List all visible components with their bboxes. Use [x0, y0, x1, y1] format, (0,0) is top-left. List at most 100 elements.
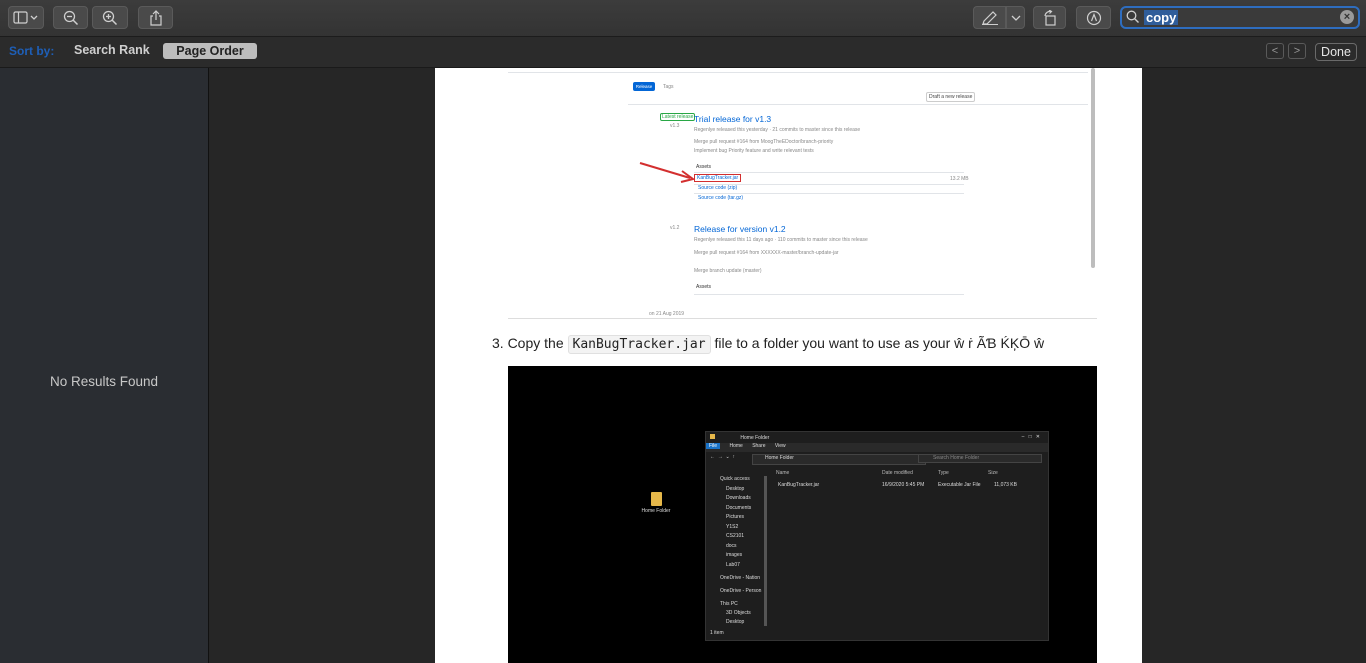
title-bar: Home Folder – □ ✕	[710, 434, 1048, 443]
desktop-folder: Home Folder	[641, 492, 671, 514]
tags-tab: Tags	[663, 84, 674, 90]
explorer-search: Search Home Folder	[918, 454, 1042, 463]
markup-circle-icon	[1086, 10, 1101, 25]
no-results-message: No Results Found	[49, 374, 159, 389]
red-arrow-icon	[639, 162, 696, 183]
ribbon: File Home Share View	[706, 443, 1048, 452]
sort-by-label: Sort by:	[9, 44, 55, 58]
next-result-button[interactable]: >	[1288, 43, 1306, 59]
share-icon	[149, 9, 162, 26]
folder-icon	[710, 434, 715, 439]
nav-item: Desktop	[726, 619, 745, 625]
document-canvas[interactable]: Release Tags Draft a new release Latest …	[209, 68, 1366, 663]
release1-meta: Regenlye released this yesterday · 21 co…	[694, 127, 861, 133]
col-name: Name	[776, 470, 790, 476]
chevron-down-icon	[1011, 15, 1020, 21]
sort-search-rank-button[interactable]: Search Rank	[74, 43, 150, 57]
window-controls: – □ ✕	[1021, 434, 1040, 440]
ribbon-file: File	[706, 443, 721, 449]
col-size: Size	[988, 470, 998, 476]
tab-divider	[508, 72, 1088, 73]
nav-arrows: ← → ⌄ ↑	[710, 454, 736, 460]
release2-commit-1: Merge pull request #164 from XXXXXX-mast…	[694, 250, 839, 256]
release2-commit-2: Merge branch update (master)	[694, 268, 762, 274]
previous-result-button[interactable]: <	[1266, 43, 1284, 59]
release1-title: Trial release for v1.3	[694, 114, 772, 124]
nav-item: CS2101	[726, 533, 745, 539]
desktop-folder-label: Home Folder	[641, 508, 671, 514]
nav-item: Documents	[726, 505, 752, 511]
release1-commit-2: Implement bug Priority feature and write…	[694, 148, 814, 154]
file-name: KanBugTracker.jar	[778, 482, 820, 488]
file-size: 11,073 KB	[994, 482, 1017, 488]
markup-menu-button[interactable]	[1006, 6, 1025, 29]
nav-item: Pictures	[726, 514, 745, 520]
release2-meta: Regenlye released this 11 days ago · 110…	[694, 237, 868, 243]
nav-item: OneDrive - Nation	[720, 575, 761, 581]
asset-zip: Source code (zip)	[698, 185, 738, 191]
explorer-screenshot: Home Folder Home Folder – □ ✕ File Home …	[508, 366, 1097, 663]
window-title: Home Folder	[740, 435, 770, 441]
search-input[interactable]: copy	[1144, 10, 1179, 25]
asset-jar-highlight: KanBugTracker.jar	[694, 174, 742, 182]
nav-quick-access: Quick access	[720, 476, 750, 482]
zoom-out-icon	[63, 10, 78, 25]
clear-search-icon[interactable]: ×	[1340, 10, 1354, 24]
nav-item: Lab07	[726, 562, 740, 568]
nav-item: Y1S2	[726, 524, 739, 530]
release2-tag: v1.2	[670, 225, 680, 231]
nav-scrollbar	[764, 476, 767, 626]
address-bar: Home Folder	[752, 454, 926, 465]
nav-item: images	[726, 552, 743, 558]
nav-item: Desktop	[726, 486, 745, 492]
assets-heading: Assets	[696, 164, 712, 170]
nav-item: 3D Objects	[726, 610, 751, 616]
toolbar: copy ×	[0, 0, 1366, 37]
screenshot-scrollbar	[1091, 68, 1095, 268]
divider	[694, 193, 964, 194]
zoom-in-icon	[102, 10, 118, 25]
release2-assets: Assets	[696, 284, 712, 290]
ribbon-home: Home	[729, 443, 743, 449]
asset-size: 13.2 MB	[950, 176, 969, 182]
markup-pen-button[interactable]	[973, 6, 1006, 29]
release-tab: Release	[633, 82, 655, 91]
ribbon-view: View	[774, 443, 786, 449]
release-date: on 21 Aug 2019	[649, 311, 685, 317]
zoom-in-button[interactable]	[92, 6, 128, 29]
rotate-button[interactable]	[1033, 6, 1066, 29]
explorer-window: Home Folder – □ ✕ File Home Share View ←…	[705, 431, 1049, 641]
release1-commit-1: Merge pull request #164 from MoogTheEDoc…	[694, 139, 834, 145]
share-button[interactable]	[138, 6, 173, 29]
document-page: Release Tags Draft a new release Latest …	[435, 68, 1142, 663]
divider	[694, 172, 964, 173]
ribbon-share: Share	[752, 443, 766, 449]
search-results-sidebar: No Results Found	[0, 68, 209, 663]
zoom-out-button[interactable]	[53, 6, 88, 29]
step-text-after: file to a folder you want to use as your…	[714, 335, 1045, 351]
step-text-before: 3. Copy the	[492, 335, 564, 351]
done-button[interactable]: Done	[1315, 43, 1357, 61]
pen-icon	[981, 10, 998, 25]
annotate-button[interactable]	[1076, 6, 1111, 29]
divider	[628, 104, 1088, 105]
step-code: KanBugTracker.jar	[567, 335, 711, 354]
latest-release-badge: Latest release	[660, 113, 696, 121]
search-field[interactable]: copy ×	[1120, 6, 1360, 29]
folder-icon	[650, 492, 662, 506]
status-bar: 1 item	[710, 630, 724, 636]
sort-page-order-button[interactable]: Page Order	[163, 43, 257, 59]
search-results-bar: Sort by: Search Rank Page Order < > Done	[0, 37, 1366, 68]
sidebar-toggle-button[interactable]	[8, 6, 44, 29]
step-3-text: 3. Copy the KanBugTracker.jar file to a …	[492, 335, 1045, 354]
github-releases-screenshot: Release Tags Draft a new release Latest …	[508, 68, 1097, 319]
search-icon	[1126, 10, 1140, 29]
nav-item: This PC	[720, 601, 738, 607]
nav-item: Downloads	[726, 495, 751, 501]
nav-item: OneDrive - Person	[720, 588, 762, 594]
sidebar-icon	[13, 10, 38, 24]
col-date: Date modified	[882, 470, 913, 476]
draft-release-button: Draft a new release	[926, 92, 976, 102]
rotate-icon	[1043, 9, 1056, 26]
release2-title: Release for version v1.2	[694, 224, 786, 234]
